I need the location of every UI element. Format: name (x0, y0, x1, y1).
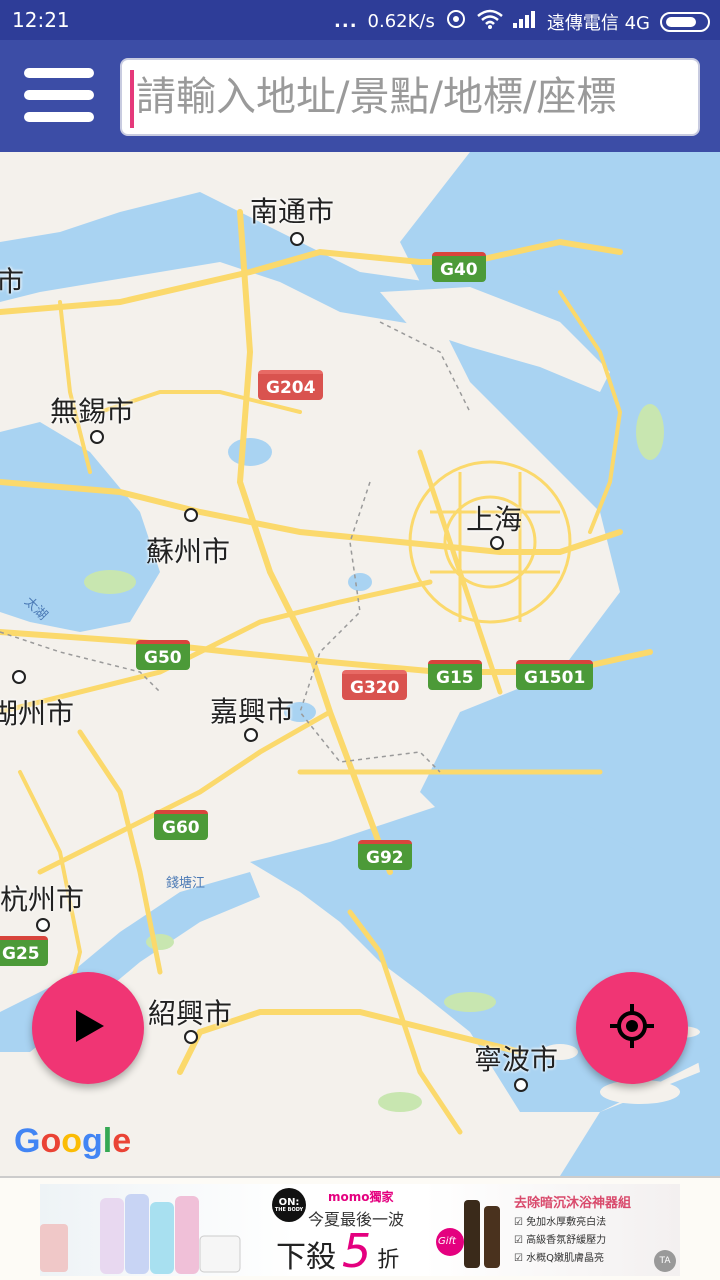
city-label-suzhou[interactable]: 蘇州市 (146, 530, 230, 570)
app-bar (0, 40, 720, 152)
city-dot (36, 918, 50, 932)
city-label-shaoxing[interactable]: 紹興市 (148, 992, 232, 1032)
gift-label: Gift (438, 1236, 456, 1247)
ad-right-title: 去除暗沉沐浴神器組 (514, 1196, 632, 1211)
city-label-shanghai[interactable]: 上海 (466, 498, 522, 538)
gift-bottles-image (436, 1200, 500, 1268)
product-bottles-image (40, 1194, 241, 1274)
city-label-wuxi[interactable]: 無錫市 (50, 390, 134, 430)
status-bar: 12:21 ... 0.62K/s 遠傳電信 4G (0, 0, 720, 40)
ad-bullet-text: 高級香氛舒緩壓力 (526, 1235, 607, 1246)
ad-choices-icon[interactable]: TA (654, 1250, 676, 1272)
ad-content[interactable]: ON: THE BODY momo獨家 今夏最後一波 下殺 5 折 Gift 去… (40, 1184, 680, 1276)
search-box[interactable] (120, 58, 700, 136)
notification-dots: ... (334, 11, 358, 32)
city-dot (90, 430, 104, 444)
ad-sale-number: 5 (342, 1224, 372, 1278)
city-label-hangzhou[interactable]: 杭州市 (0, 878, 84, 918)
city-label-nantong[interactable]: 南通市 (250, 190, 334, 230)
menu-icon-bar (24, 112, 94, 122)
status-time: 12:21 (12, 8, 70, 32)
city-label-jiaxing[interactable]: 嘉興市 (210, 690, 294, 730)
menu-button[interactable] (24, 68, 96, 124)
play-button[interactable] (32, 972, 144, 1084)
crosshair-icon (608, 1002, 656, 1054)
city-label-ningbo[interactable]: 寧波市 (474, 1038, 558, 1078)
city-label-left-top[interactable]: 市 (0, 260, 24, 300)
play-icon (68, 1006, 108, 1050)
city-dot (12, 670, 26, 684)
carrier-label: 遠傳電信 4G (546, 12, 650, 34)
city-dot (184, 1030, 198, 1044)
momo-label: momo獨家 (328, 1190, 394, 1204)
highway-shield-g40: G40 (432, 252, 486, 282)
battery-icon (660, 11, 710, 32)
ad-banner[interactable]: ON: THE BODY momo獨家 今夏最後一波 下殺 5 折 Gift 去… (0, 1176, 720, 1280)
ad-bullet: ☑ 免加水厚敷亮白法 (514, 1217, 607, 1228)
ad-bullets: ☑ 免加水厚敷亮白法 ☑ 高級香氛舒緩壓力 ☑ 水概Q嫩肌膚晶亮 (514, 1214, 606, 1268)
water-label-qiantang: 錢塘江 (166, 876, 206, 891)
ad-bullet-text: 免加水厚敷亮白法 (526, 1217, 607, 1228)
city-dot (244, 728, 258, 742)
city-dot (184, 508, 198, 522)
highway-shield-g1501: G1501 (516, 660, 594, 690)
highway-shield-g25: G25 (0, 936, 48, 966)
hotspot-icon (445, 8, 467, 35)
ad-sale-unit: 折 (377, 1248, 400, 1273)
highway-shield-g50: G50 (136, 640, 190, 670)
city-dot (490, 536, 504, 550)
city-dot (290, 232, 304, 246)
network-speed: 0.62K/s (367, 11, 435, 32)
text-caret (130, 70, 134, 128)
menu-icon-bar (24, 68, 94, 78)
ad-sale: 下殺 5 折 (276, 1228, 399, 1276)
ad-bullet-text: 水概Q嫩肌膚晶亮 (526, 1253, 605, 1264)
brand-badge-text: ON: (278, 1196, 300, 1208)
brand-badge-sub: THE BODY (274, 1206, 304, 1213)
signal-icon (512, 10, 537, 33)
ad-bullet: ☑ 高級香氛舒緩壓力 (514, 1235, 607, 1246)
city-label-huzhou[interactable]: 湖州市 (0, 692, 74, 732)
menu-icon-bar (24, 90, 94, 100)
google-logo: Google (14, 1122, 132, 1160)
highway-shield-g204: G204 (258, 370, 324, 400)
my-location-button[interactable] (576, 972, 688, 1084)
wifi-icon (477, 9, 503, 34)
highway-shield-g92: G92 (358, 840, 412, 870)
ad-sale-label: 下殺 (276, 1240, 336, 1275)
search-input[interactable] (136, 60, 696, 134)
highway-shield-g320: G320 (342, 670, 408, 700)
brand-badge: ON: THE BODY (272, 1188, 306, 1222)
highway-shield-g60: G60 (154, 810, 208, 840)
ad-bullet: ☑ 水概Q嫩肌膚晶亮 (514, 1253, 605, 1264)
city-dot (514, 1078, 528, 1092)
status-right: ... 0.62K/s 遠傳電信 4G (334, 8, 710, 35)
highway-shield-g15: G15 (428, 660, 482, 690)
